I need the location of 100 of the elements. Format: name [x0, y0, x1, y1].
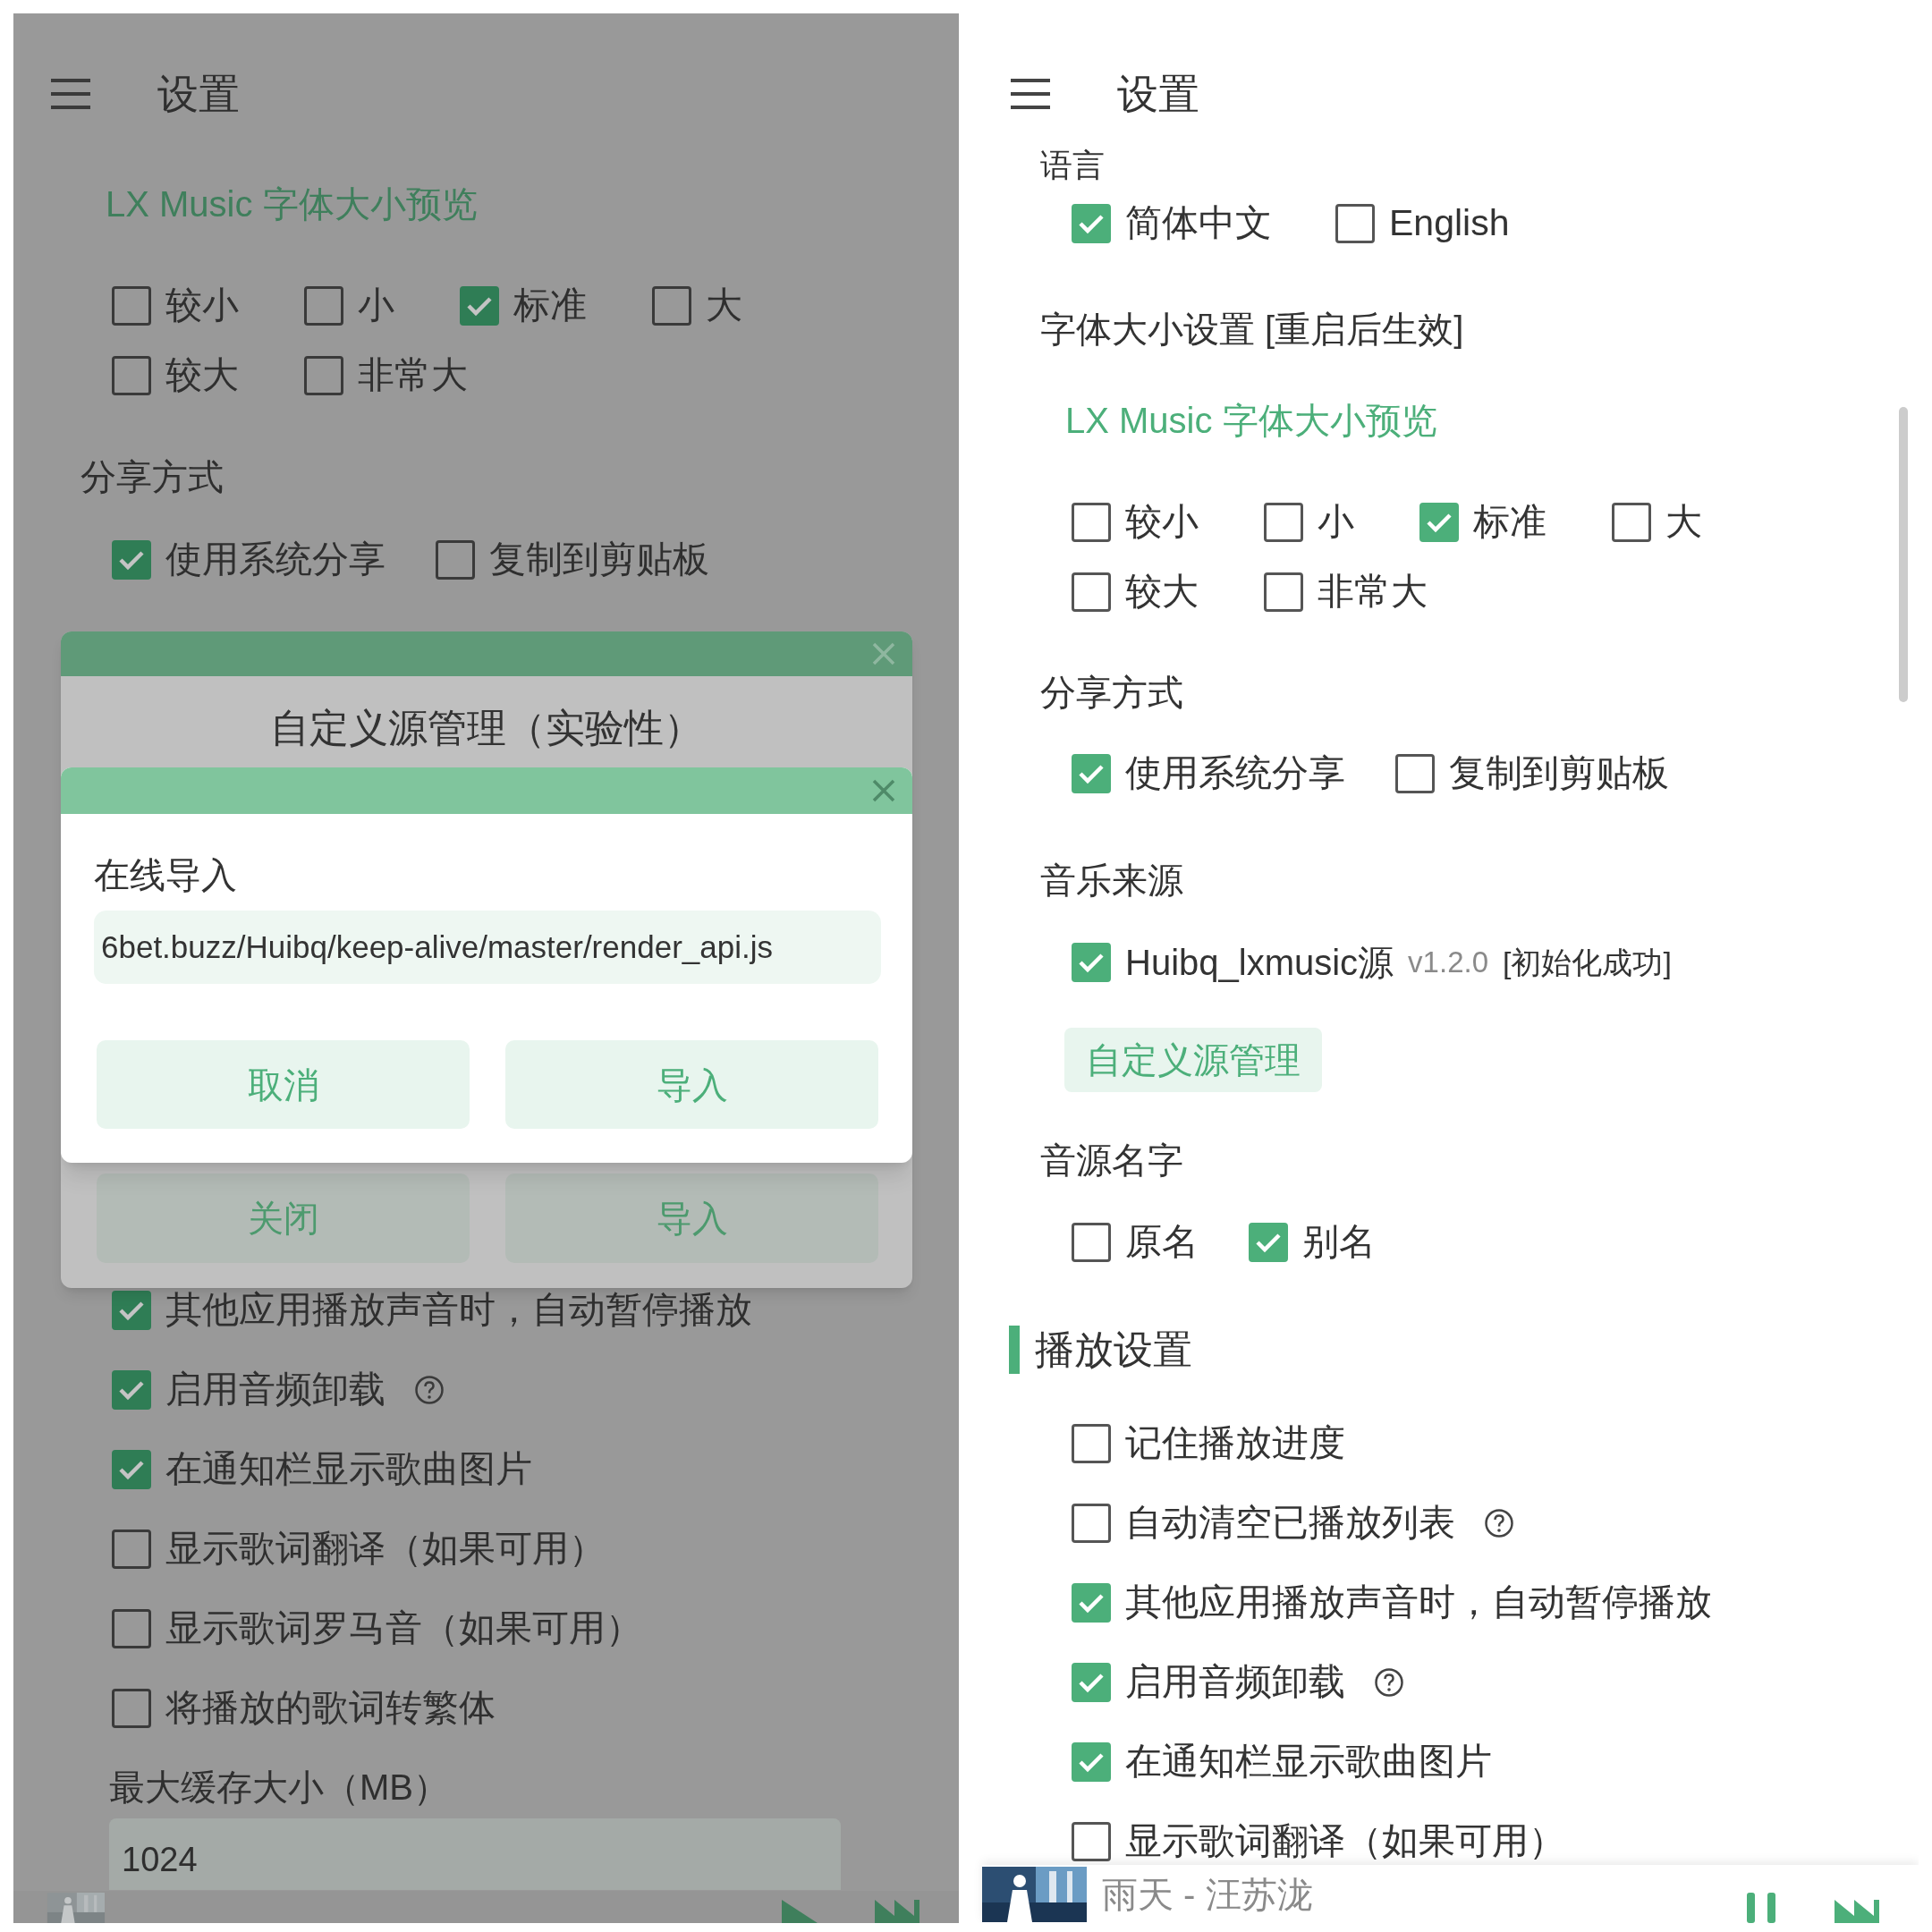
checkbox[interactable] [1072, 1503, 1111, 1543]
check-icon [1078, 1591, 1105, 1614]
checkbox[interactable] [112, 1369, 151, 1410]
check-icon [1255, 1232, 1282, 1253]
option-label[interactable]: 将播放的歌词转繁体 [165, 1680, 496, 1736]
input-field[interactable]: 1024 [109, 1818, 841, 1890]
dialog-title: 自定义源管理（实验性） [270, 705, 703, 751]
checkbox[interactable] [1395, 754, 1435, 793]
option-label[interactable]: 复制到剪贴板 [1449, 746, 1669, 801]
check-icon [118, 1378, 145, 1401]
help-icon[interactable] [414, 1374, 445, 1405]
checkbox[interactable] [304, 356, 343, 395]
help-icon[interactable] [1484, 1507, 1514, 1538]
option-label[interactable]: 非常大 [358, 348, 468, 403]
section-title: 语言 [1040, 148, 1106, 183]
option-label[interactable]: 自动清空已播放列表 [1125, 1495, 1455, 1551]
option-label[interactable]: 较小 [1125, 495, 1199, 550]
check-icon [1426, 512, 1453, 533]
checkbox[interactable] [1072, 1662, 1111, 1702]
option-label[interactable]: 其他应用播放声音时，自动暂停播放 [1125, 1574, 1712, 1631]
option-label[interactable]: 较大 [1125, 564, 1199, 620]
source-version: v1.2.0 [1408, 945, 1488, 981]
checkbox[interactable] [1612, 503, 1651, 542]
help-icon[interactable] [1374, 1666, 1404, 1698]
checkbox[interactable] [1072, 572, 1111, 612]
checkbox[interactable] [1249, 1223, 1288, 1262]
section-title: 分享方式 [1040, 672, 1184, 714]
option-label[interactable]: 显示歌词翻译（如果可用） [165, 1521, 606, 1577]
page-title: 设置 [157, 69, 240, 119]
checkbox[interactable] [1419, 503, 1459, 542]
check-icon [1078, 1671, 1105, 1693]
section-title: 播放设置 [1035, 1326, 1192, 1373]
option-label[interactable]: 非常大 [1318, 564, 1428, 620]
source-status: [初始化成功] [1503, 944, 1672, 981]
option-label[interactable]: 使用系统分享 [1125, 746, 1345, 801]
checkbox[interactable] [1264, 503, 1303, 542]
checkbox[interactable] [1072, 1741, 1111, 1782]
now-playing-title: 雨天 - 汪苏泷 [1102, 1873, 1313, 1916]
check-icon [118, 549, 145, 571]
font-preview-text: LX Music 字体大小预览 [106, 183, 479, 225]
option-label[interactable]: 显示歌词翻译（如果可用） [1125, 1813, 1565, 1869]
option-label[interactable]: 大 [706, 278, 742, 334]
checkbox[interactable] [1072, 503, 1111, 542]
checkbox[interactable] [1072, 754, 1111, 793]
field-label: 最大缓存大小（MB） [109, 1767, 450, 1809]
option-label[interactable]: 标准 [513, 278, 587, 334]
check-icon [118, 1299, 145, 1321]
option-label[interactable]: 在通知栏显示歌曲图片 [1125, 1733, 1492, 1790]
checkbox[interactable] [112, 1529, 151, 1569]
checkbox[interactable] [112, 1449, 151, 1489]
option-label[interactable]: 别名 [1302, 1215, 1376, 1270]
menu-icon[interactable] [1009, 78, 1052, 110]
option-label[interactable]: 小 [1318, 495, 1354, 550]
option-label[interactable]: 使用系统分享 [165, 532, 386, 588]
url-input-field[interactable]: 6bet.buzz/Huibq/keep-alive/master/render_api.js [94, 911, 881, 984]
font-preview-text: LX Music 字体大小预览 [1065, 400, 1438, 442]
option-label[interactable]: 复制到剪贴板 [489, 532, 709, 588]
checkbox[interactable] [652, 286, 691, 326]
source-name[interactable]: Huibq_lxmusic源 [1125, 936, 1394, 989]
check-icon [1078, 763, 1105, 784]
section-title: 分享方式 [80, 456, 225, 498]
option-label[interactable]: 简体中文 [1125, 196, 1272, 251]
checkbox[interactable] [1072, 1423, 1111, 1463]
menu-icon[interactable] [49, 78, 92, 110]
checkbox[interactable] [112, 1688, 151, 1728]
option-label[interactable]: 原名 [1125, 1215, 1199, 1270]
option-label[interactable]: 启用音频卸载 [1125, 1654, 1345, 1710]
check-icon [1078, 213, 1105, 234]
option-label[interactable]: 小 [358, 278, 394, 334]
option-label[interactable]: 标准 [1473, 495, 1546, 550]
page-title: 设置 [1117, 69, 1199, 119]
check-icon [1078, 1750, 1105, 1773]
option-label[interactable]: 在通知栏显示歌曲图片 [165, 1441, 532, 1497]
checkbox[interactable] [112, 286, 151, 326]
check-icon [118, 1458, 145, 1480]
option-label[interactable]: English [1389, 196, 1510, 251]
checkbox[interactable] [460, 286, 499, 326]
section-title: 字体大小设置 [重启后生效] [1040, 309, 1465, 351]
checkbox[interactable] [1072, 204, 1111, 243]
checkbox[interactable] [1072, 1582, 1111, 1623]
option-label[interactable]: 记住播放进度 [1125, 1415, 1345, 1471]
option-label[interactable]: 显示歌词罗马音（如果可用） [165, 1600, 642, 1657]
checkbox[interactable] [112, 1290, 151, 1330]
checkbox[interactable] [112, 540, 151, 580]
section-title: 音乐来源 [1040, 860, 1184, 902]
checkbox[interactable] [112, 356, 151, 395]
checkbox[interactable] [436, 540, 475, 580]
checkbox[interactable] [1335, 204, 1375, 243]
checkbox[interactable] [1072, 943, 1111, 982]
check-icon [466, 295, 493, 317]
option-label[interactable]: 较小 [165, 278, 239, 334]
checkbox[interactable] [112, 1608, 151, 1648]
checkbox[interactable] [304, 286, 343, 326]
checkbox[interactable] [1072, 1821, 1111, 1861]
option-label[interactable]: 大 [1665, 495, 1702, 550]
checkbox[interactable] [1264, 572, 1303, 612]
section-title: 音源名字 [1040, 1140, 1184, 1182]
checkbox[interactable] [1072, 1223, 1111, 1262]
option-label[interactable]: 较大 [165, 348, 239, 403]
option-label[interactable]: 启用音频卸载 [165, 1361, 386, 1418]
